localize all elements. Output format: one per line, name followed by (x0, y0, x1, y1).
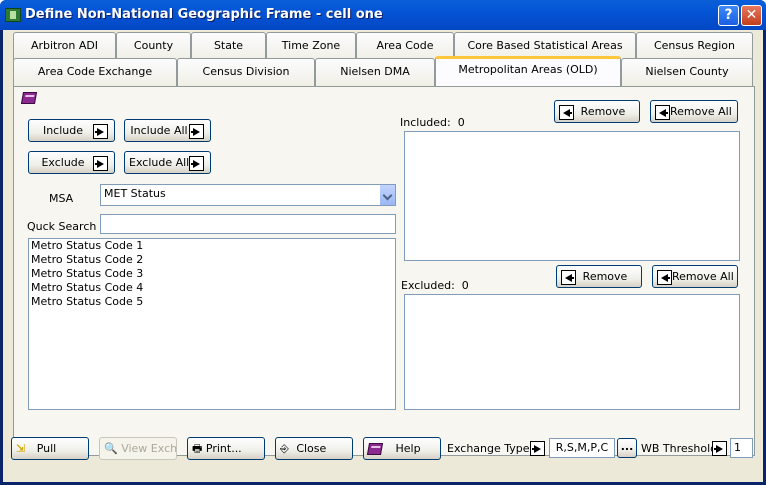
print-button-label: Print... (205, 442, 242, 455)
left-arrow-icon (561, 269, 576, 285)
chevron-down-icon[interactable] (379, 185, 395, 205)
remove-all-included-button[interactable]: Remove All (650, 100, 738, 123)
wb-threshold-input[interactable]: 1 (730, 438, 753, 458)
tab-nielsen-dma[interactable]: Nielsen DMA (315, 58, 435, 86)
include-all-button[interactable]: Include All (124, 119, 211, 142)
tab-metropolitan-areas-old[interactable]: Metropolitan Areas (OLD) (435, 56, 621, 86)
right-arrow-icon (93, 123, 108, 139)
quick-search-input[interactable] (100, 214, 396, 234)
include-button[interactable]: Include (28, 119, 115, 142)
remove-excluded-button[interactable]: Remove (556, 265, 642, 288)
print-button[interactable]: 🖶 Print... (187, 437, 265, 460)
excluded-list[interactable] (404, 294, 740, 410)
close-button-label: Close (296, 442, 327, 455)
printer-icon: 🖶 (192, 442, 203, 455)
close-button[interactable]: ⎆ Close (275, 437, 353, 460)
list-item[interactable]: Metro Status Code 1 (29, 239, 395, 253)
tab-county[interactable]: County (116, 32, 191, 60)
right-arrow-icon (189, 123, 204, 139)
tab-time-zone[interactable]: Time Zone (266, 32, 356, 60)
exchange-types-arrow-icon[interactable] (530, 441, 545, 456)
quick-search-label: Quck Search (27, 220, 97, 233)
wb-threshold-label: WB Threshold (641, 442, 718, 455)
list-item[interactable]: Metro Status Code 5 (29, 295, 395, 309)
remove-included-label: Remove (580, 105, 626, 118)
exclude-button-label: Exclude (41, 156, 85, 169)
pull-button[interactable]: ⇲ Pull (11, 437, 89, 460)
right-arrow-icon (189, 155, 204, 171)
include-all-button-label: Include All (130, 124, 188, 137)
list-item[interactable]: Metro Status Code 3 (29, 267, 395, 281)
included-label: Included: 0 (400, 116, 465, 129)
tab-panel: Include Include All Exclude Exclude All … (13, 86, 755, 456)
tab-nielsen-county[interactable]: Nielsen County (621, 58, 753, 86)
exclude-all-button-label: Exclude All (129, 156, 190, 169)
excluded-label: Excluded: 0 (401, 279, 469, 292)
tab-state[interactable]: State (191, 32, 266, 60)
right-arrow-icon (93, 155, 108, 171)
exclude-button[interactable]: Exclude (28, 151, 115, 174)
pull-icon: ⇲ (16, 442, 26, 455)
help-button-label: Help (395, 442, 421, 455)
close-title-button[interactable]: ✕ (741, 5, 762, 26)
exchange-types-label: Exchange Types (447, 442, 536, 455)
remove-included-button[interactable]: Remove (554, 100, 640, 123)
remove-all-excluded-label: Remove All (672, 270, 734, 283)
wb-threshold-arrow-icon[interactable] (712, 441, 727, 456)
book-icon[interactable] (20, 92, 38, 104)
available-list[interactable]: Metro Status Code 1 Metro Status Code 2 … (28, 238, 396, 410)
msa-label: MSA (49, 192, 74, 205)
view-exch-button-label: View Exch (121, 442, 178, 455)
included-list[interactable] (404, 131, 740, 261)
left-arrow-icon (559, 104, 574, 120)
pull-button-label: Pull (36, 442, 57, 455)
left-arrow-icon (655, 104, 670, 120)
list-item[interactable]: Metro Status Code 4 (29, 281, 395, 295)
title-bar[interactable]: Define Non-National Geographic Frame - c… (0, 0, 766, 30)
help-button[interactable]: Help (363, 437, 441, 460)
msa-select[interactable]: MET Status (100, 184, 396, 206)
tab-census-division[interactable]: Census Division (177, 58, 315, 86)
view-exch-button[interactable]: 🔍 View Exch (99, 437, 177, 460)
door-icon: ⎆ (280, 442, 289, 455)
dialog-client-area: Arbitron ADI County State Time Zone Area… (3, 30, 763, 482)
tab-area-code-exchange[interactable]: Area Code Exchange (13, 58, 177, 86)
view-icon: 🔍 (104, 442, 118, 455)
include-button-label: Include (42, 124, 84, 137)
left-arrow-icon (657, 269, 672, 285)
exchange-types-browse-button[interactable]: ... (617, 438, 637, 458)
help-book-icon (366, 443, 384, 455)
window-title: Define Non-National Geographic Frame - c… (25, 7, 383, 22)
included-count: 0 (457, 116, 465, 129)
dialog-window: Define Non-National Geographic Frame - c… (0, 0, 766, 485)
msa-select-value: MET Status (104, 187, 166, 200)
remove-all-included-label: Remove All (670, 105, 732, 118)
help-title-button[interactable]: ? (718, 5, 739, 26)
exclude-all-button[interactable]: Exclude All (124, 151, 211, 174)
tab-arbitron-adi[interactable]: Arbitron ADI (13, 32, 116, 60)
remove-all-excluded-button[interactable]: Remove All (652, 265, 738, 288)
exchange-types-input[interactable]: R,S,M,P,C (549, 438, 615, 458)
app-icon (5, 8, 21, 22)
remove-excluded-label: Remove (582, 270, 628, 283)
tab-census-region[interactable]: Census Region (636, 32, 753, 60)
excluded-count: 0 (461, 279, 469, 292)
list-item[interactable]: Metro Status Code 2 (29, 253, 395, 267)
